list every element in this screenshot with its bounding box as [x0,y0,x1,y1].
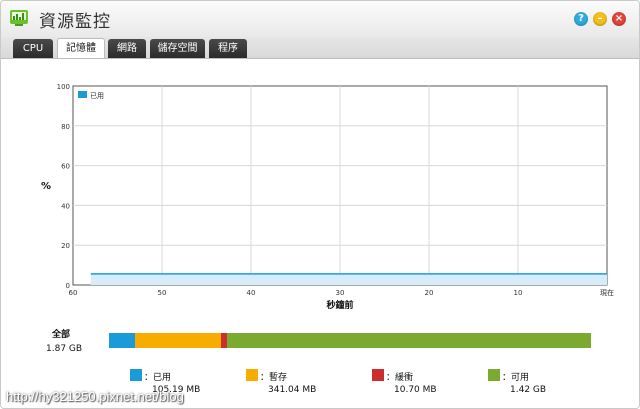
y-tick-label: 40 [61,202,70,210]
help-icon[interactable]: ? [574,12,588,26]
free-swatch [488,369,500,381]
close-icon[interactable]: × [612,12,626,26]
x-tick-label: 20 [425,289,434,297]
series-area-used [90,273,608,285]
free-label: ：可用 [502,373,530,383]
title-bar[interactable]: 資源監控 ? – × [1,1,639,37]
watermark: http://hy321250.pixnet.net/blog [6,389,184,404]
used-label: ：已用 [144,373,172,383]
window-title: 資源監控 [39,12,111,32]
bar-segment-used [109,333,136,348]
legend-swatch-used [78,91,87,98]
cached-swatch [246,369,258,381]
memory-panel: 0 20 40 60 80 100 60 50 40 30 20 10 現在 % 秒鐘前 已用 全部 … [1,59,639,408]
bar-segment-free [226,333,591,348]
monitor-app-icon [10,10,28,26]
legend-label-used: 已用 [90,92,104,100]
buffer-value: 10.70 MB [394,385,437,395]
y-tick-label: 20 [61,242,70,250]
summary-label: 全部 [52,330,71,340]
tab-memory[interactable]: 記憶體 [57,38,105,58]
tab-cpu[interactable]: CPU [13,39,53,58]
x-tick-label: 60 [69,289,78,297]
free-value: 1.42 GB [510,385,547,395]
memory-usage-bar [109,333,591,348]
bar-segment-cached [135,333,222,348]
tab-process[interactable]: 程序 [209,39,247,58]
buffer-swatch [372,369,384,381]
x-tick-label: 40 [247,289,256,297]
summary-total: 1.87 GB [46,344,83,354]
x-tick-label: 50 [158,289,167,297]
x-axis-label: 秒鐘前 [326,299,353,309]
x-axis-ticks: 60 50 40 30 20 10 現在 [69,288,614,297]
resource-monitor-window: 資源監控 ? – × CPU 記憶體 網路 儲存空間 程序 0 20 40 60 80 1… [0,0,640,409]
memory-usage-chart: 020406080100 60 50 40 30 20 10 現在 % 秒鐘前 已用 [41,83,614,309]
buffer-label: ：緩衝 [386,373,414,383]
chart-series [90,273,608,285]
x-tick-label: 現在 [600,288,614,297]
tab-bar: CPU 記憶體 網路 儲存空間 程序 [1,37,639,59]
y-axis-label: % [41,181,51,192]
x-tick-label: 30 [336,289,345,297]
x-tick-label: 10 [514,289,523,297]
cached-value: 341.04 MB [268,385,317,395]
cached-label: ：暫存 [260,373,288,383]
y-tick-label: 60 [61,163,70,171]
y-tick-label: 100 [57,83,70,91]
y-tick-label: 80 [61,123,70,131]
y-axis-ticks: 020406080100 [57,83,70,290]
tab-storage[interactable]: 儲存空間 [150,39,205,58]
used-swatch [130,369,142,381]
minimize-icon[interactable]: – [593,12,607,26]
tab-network[interactable]: 網路 [108,39,146,58]
